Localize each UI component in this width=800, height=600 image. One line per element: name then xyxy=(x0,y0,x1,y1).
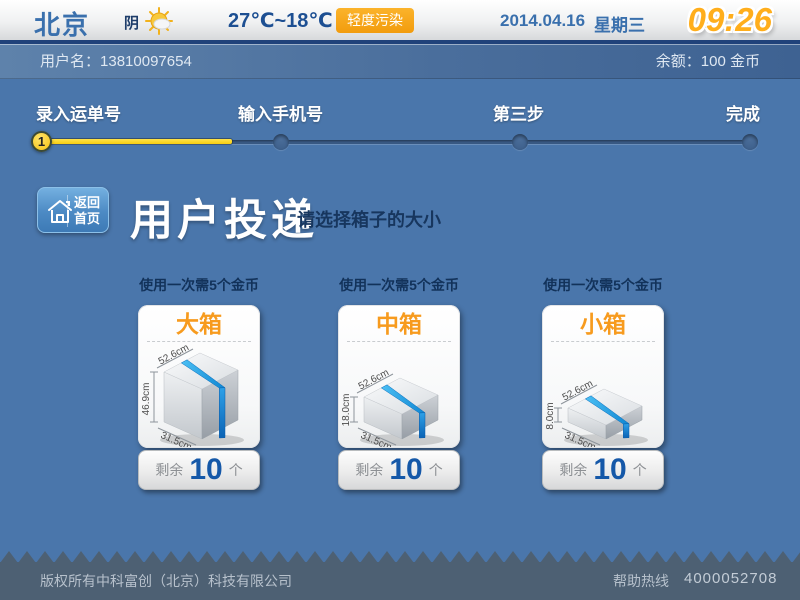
box-card-small[interactable]: 小箱 52.6cm 8.0cm 31.5cm xyxy=(542,305,664,448)
small-box-height-dim: 8.0cm xyxy=(545,402,556,429)
page-title: 用户投递 xyxy=(130,186,318,248)
balance-value: 100 金币 xyxy=(701,53,760,70)
progress-track-completed xyxy=(41,139,232,144)
clock: 09:26 xyxy=(688,1,772,39)
box-card-large-title: 大箱 xyxy=(138,309,260,339)
box-card-medium[interactable]: 中箱 52.6cm 18.0cm 31.5cm xyxy=(338,305,460,448)
step-2-label: 输入手机号 xyxy=(238,100,323,125)
step-2-dot xyxy=(273,134,289,150)
username-label: 用户名： xyxy=(40,53,100,70)
step-1-active-badge: 1 xyxy=(31,131,52,152)
remaining-label: 剩余 xyxy=(355,460,383,480)
remaining-unit: 个 xyxy=(229,460,243,480)
balance-label: 余额： xyxy=(656,53,701,70)
hotline-label: 帮助热线 xyxy=(613,571,669,591)
remaining-count-value: 10 xyxy=(593,451,626,489)
step-1-label: 录入运单号 xyxy=(36,100,121,125)
remaining-unit: 个 xyxy=(633,460,647,480)
box-card-large[interactable]: 大箱 52.6cm 46.9cm 31.5cm xyxy=(138,305,260,448)
remaining-count-small[interactable]: 剩余 10 个 xyxy=(542,450,664,490)
large-box-height-dim: 46.9cm xyxy=(141,383,152,416)
username-value: 13810097654 xyxy=(100,53,192,70)
remaining-unit: 个 xyxy=(429,460,443,480)
footer-zigzag-edge xyxy=(0,549,800,563)
kiosk-screen: 北京 阴 27℃~18℃ 轻度污染 2014.04.16 星期三 09:26 用… xyxy=(0,0,800,600)
remaining-count-medium[interactable]: 剩余 10 个 xyxy=(338,450,460,490)
medium-box-illustration: 52.6cm 18.0cm 31.5cm xyxy=(338,343,462,447)
step-4-dot xyxy=(742,134,758,150)
username: 用户名：13810097654 xyxy=(40,45,192,79)
remaining-count-large[interactable]: 剩余 10 个 xyxy=(138,450,260,490)
dashed-divider xyxy=(147,341,251,342)
temperature: 27℃~18℃ xyxy=(228,8,333,33)
back-home-label: 返回 首页 xyxy=(67,195,100,227)
dashed-divider xyxy=(551,341,655,342)
pollution-badge: 轻度污染 xyxy=(336,8,414,33)
dashed-divider xyxy=(347,341,451,342)
small-box-illustration: 52.6cm 8.0cm 31.5cm xyxy=(542,343,666,447)
back-home-label-line1: 返回 xyxy=(74,195,100,211)
step-4-label: 完成 xyxy=(726,100,760,125)
top-status-bar: 北京 阴 27℃~18℃ 轻度污染 2014.04.16 星期三 09:26 xyxy=(0,0,800,44)
card-2-cost-label: 使用一次需5个金币 xyxy=(338,275,460,295)
date: 2014.04.16 xyxy=(500,11,585,31)
medium-box-height-dim: 18.0cm xyxy=(341,394,352,427)
step-3-label: 第三步 xyxy=(493,100,544,125)
step-3-dot xyxy=(512,134,528,150)
card-3-cost-label: 使用一次需5个金币 xyxy=(542,275,664,295)
progress-stepper: 录入运单号 输入手机号 第三步 完成 1 xyxy=(0,96,800,158)
back-home-button[interactable]: 返回 首页 xyxy=(37,187,109,233)
weekday: 星期三 xyxy=(594,11,645,36)
large-box-illustration: 52.6cm 46.9cm 31.5cm xyxy=(138,343,262,447)
box-card-small-title: 小箱 xyxy=(542,309,664,339)
user-info-bar: 用户名：13810097654 余额：100 金币 xyxy=(0,44,800,79)
balance: 余额：100 金币 xyxy=(656,45,760,79)
back-home-label-line2: 首页 xyxy=(74,211,100,227)
remaining-count-value: 10 xyxy=(189,451,222,489)
hotline-number: 4000052708 xyxy=(684,570,777,587)
footer-bar: 版权所有中科富创（北京）科技有限公司 帮助热线 4000052708 xyxy=(0,562,800,600)
box-card-medium-title: 中箱 xyxy=(338,309,460,339)
page-subtitle: 请选择箱子的大小 xyxy=(297,206,441,232)
remaining-label: 剩余 xyxy=(155,460,183,480)
remaining-count-value: 10 xyxy=(389,451,422,489)
weather-condition: 阴 xyxy=(124,12,139,33)
remaining-label: 剩余 xyxy=(559,460,587,480)
city-name: 北京 xyxy=(34,5,90,42)
sun-cloud-weather-icon xyxy=(145,7,173,35)
copyright-text: 版权所有中科富创（北京）科技有限公司 xyxy=(40,571,292,591)
card-1-cost-label: 使用一次需5个金币 xyxy=(138,275,260,295)
